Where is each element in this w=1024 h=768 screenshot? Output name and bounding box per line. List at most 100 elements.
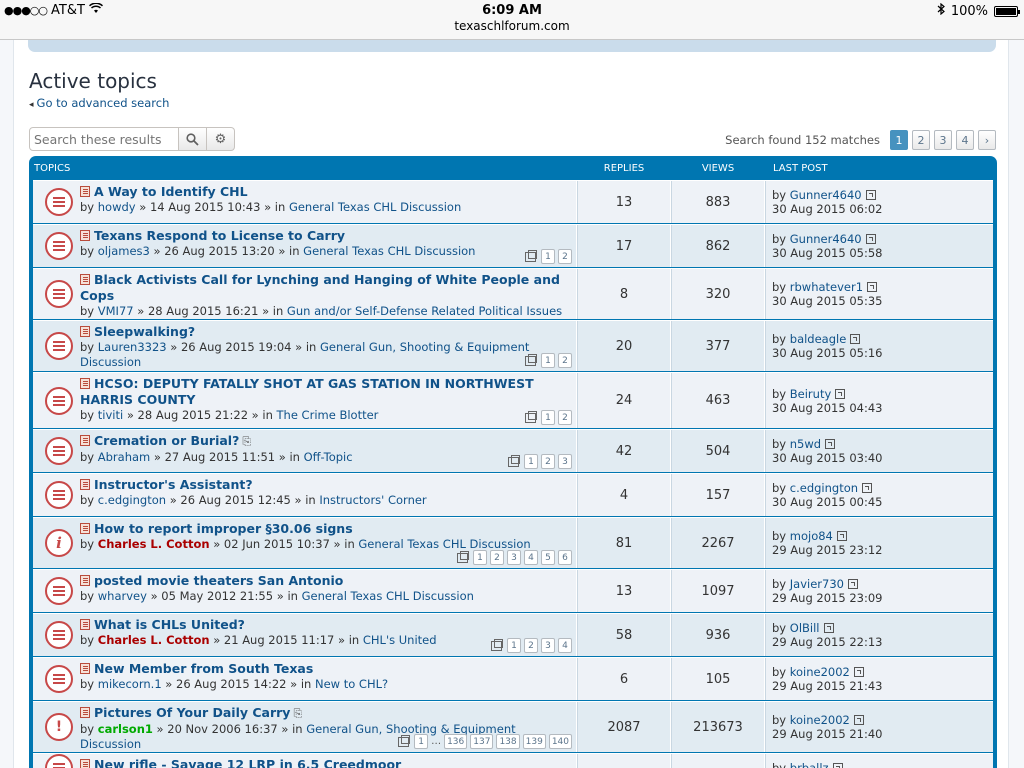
- search-input[interactable]: [29, 127, 179, 151]
- search-button[interactable]: [179, 127, 207, 151]
- header-replies[interactable]: Replies: [577, 163, 671, 174]
- view-latest-post-icon[interactable]: [867, 282, 878, 292]
- topic-author[interactable]: Lauren3323: [98, 340, 167, 354]
- topic-author[interactable]: carlson1: [98, 722, 153, 736]
- topic-forum[interactable]: Gun and/or Self-Defense Related Politica…: [287, 304, 562, 318]
- table-row[interactable]: New Member from South Texas by mikecorn.1…: [33, 657, 993, 701]
- new-post-icon[interactable]: [80, 326, 90, 337]
- topic-page-link[interactable]: 3: [507, 550, 521, 565]
- topic-forum[interactable]: Instructors' Corner: [319, 493, 426, 507]
- table-row[interactable]: HCSO: DEPUTY FATALLY SHOT AT GAS STATION…: [33, 372, 993, 429]
- topic-title[interactable]: posted movie theaters San Antonio: [94, 573, 343, 588]
- topic-forum[interactable]: CHL's United: [363, 633, 437, 647]
- topic-page-link[interactable]: 3: [558, 454, 572, 469]
- topic-title[interactable]: Black Activists Call for Lynching and Ha…: [80, 272, 560, 303]
- topic-page-link[interactable]: 1: [507, 638, 521, 653]
- new-post-icon[interactable]: [80, 663, 90, 674]
- topic-author[interactable]: VMI77: [98, 304, 134, 318]
- topic-forum[interactable]: General Texas CHL Discussion: [289, 200, 461, 214]
- table-row[interactable]: What is CHLs United? by Charles L. Cotton…: [33, 613, 993, 657]
- topic-page-link[interactable]: 1: [524, 454, 538, 469]
- table-row[interactable]: Instructor's Assistant? by c.edgington » …: [33, 473, 993, 517]
- topic-author[interactable]: tiviti: [98, 408, 123, 422]
- last-post-user[interactable]: Beiruty: [790, 387, 832, 401]
- topic-title[interactable]: New Member from South Texas: [94, 661, 313, 676]
- header-views[interactable]: Views: [671, 163, 765, 174]
- topic-page-link[interactable]: 136: [444, 734, 468, 749]
- topic-title[interactable]: Texans Respond to License to Carry: [94, 228, 345, 243]
- new-post-icon[interactable]: [80, 575, 90, 586]
- topic-page-link[interactable]: 2: [558, 410, 572, 425]
- topic-title[interactable]: A Way to Identify CHL: [94, 184, 248, 199]
- last-post-user[interactable]: mojo84: [790, 529, 833, 543]
- table-row[interactable]: i How to report improper §30.06 signs by C…: [33, 517, 993, 569]
- topic-page-link[interactable]: 2: [490, 550, 504, 565]
- new-post-icon[interactable]: [80, 479, 90, 490]
- view-latest-post-icon[interactable]: [832, 763, 843, 768]
- topic-page-link[interactable]: 138: [496, 734, 520, 749]
- page-button-1[interactable]: 1: [890, 130, 908, 150]
- topic-author[interactable]: mikecorn.1: [98, 677, 162, 691]
- header-last-post[interactable]: Last post: [765, 163, 828, 174]
- view-latest-post-icon[interactable]: [853, 715, 864, 725]
- last-post-user[interactable]: OlBill: [790, 621, 820, 635]
- last-post-user[interactable]: c.edgington: [790, 481, 858, 495]
- view-latest-post-icon[interactable]: [825, 439, 836, 449]
- topic-author[interactable]: c.edgington: [98, 493, 166, 507]
- topic-page-link[interactable]: 1: [414, 734, 429, 749]
- view-latest-post-icon[interactable]: [847, 579, 858, 589]
- page-button-2[interactable]: 2: [912, 130, 930, 150]
- new-post-icon[interactable]: [80, 759, 90, 768]
- table-row[interactable]: Texans Respond to License to Carry by olj…: [33, 224, 993, 268]
- table-row[interactable]: posted movie theaters San Antonio by whar…: [33, 569, 993, 613]
- last-post-user[interactable]: Gunner4640: [790, 188, 862, 202]
- topic-page-link[interactable]: 4: [558, 638, 572, 653]
- topic-page-link[interactable]: 140: [548, 734, 572, 749]
- table-row[interactable]: A Way to Identify CHL by howdy » 14 Aug 2…: [33, 180, 993, 224]
- topic-title[interactable]: Instructor's Assistant?: [94, 477, 253, 492]
- topic-author[interactable]: Charles L. Cotton: [98, 633, 210, 647]
- last-post-user[interactable]: Javier730: [790, 577, 844, 591]
- new-post-icon[interactable]: [80, 378, 90, 389]
- topic-page-link[interactable]: 137: [470, 734, 494, 749]
- advanced-search-link[interactable]: ◂ Go to advanced search: [29, 96, 169, 110]
- topic-title[interactable]: Sleepwalking?: [94, 324, 195, 339]
- advanced-search-button[interactable]: ⚙: [207, 127, 235, 151]
- view-latest-post-icon[interactable]: [836, 531, 847, 541]
- topic-author[interactable]: Charles L. Cotton: [98, 537, 210, 551]
- last-post-user[interactable]: rbwhatever1: [790, 280, 863, 294]
- new-post-icon[interactable]: [80, 186, 90, 197]
- topic-page-link[interactable]: 6: [558, 550, 572, 565]
- topic-author[interactable]: oljames3: [98, 244, 150, 258]
- topic-page-link[interactable]: 5: [541, 550, 555, 565]
- topic-title[interactable]: How to report improper §30.06 signs: [94, 521, 353, 536]
- topic-author[interactable]: Abraham: [98, 450, 150, 464]
- topic-page-link[interactable]: 2: [524, 638, 538, 653]
- new-post-icon[interactable]: [80, 435, 90, 446]
- topic-page-link[interactable]: 139: [522, 734, 546, 749]
- last-post-user[interactable]: koine2002: [790, 713, 850, 727]
- topic-title[interactable]: New rifle - Savage 12 LRP in 6.5 Creedmo…: [94, 757, 401, 768]
- view-latest-post-icon[interactable]: [835, 388, 846, 399]
- last-post-user[interactable]: n5wd: [790, 437, 821, 451]
- topic-title[interactable]: What is CHLs United?: [94, 617, 245, 632]
- topic-forum[interactable]: General Texas CHL Discussion: [358, 537, 530, 551]
- new-post-icon[interactable]: [80, 619, 90, 630]
- topic-title[interactable]: HCSO: DEPUTY FATALLY SHOT AT GAS STATION…: [80, 376, 534, 407]
- topic-author[interactable]: wharvey: [98, 589, 147, 603]
- next-page-button[interactable]: ›: [978, 130, 996, 150]
- view-latest-post-icon[interactable]: [862, 483, 873, 493]
- topic-title[interactable]: Pictures Of Your Daily Carry: [94, 705, 290, 720]
- address-bar-url[interactable]: texaschlforum.com: [0, 19, 1024, 33]
- topic-page-link[interactable]: 1: [473, 550, 487, 565]
- page-button-4[interactable]: 4: [956, 130, 974, 150]
- topic-forum[interactable]: The Crime Blotter: [277, 408, 379, 422]
- topic-forum[interactable]: General Texas CHL Discussion: [303, 244, 475, 258]
- topic-page-link[interactable]: 2: [558, 249, 572, 264]
- topic-page-link[interactable]: 1: [541, 249, 555, 264]
- table-row[interactable]: ! Pictures Of Your Daily Carry ⎘ by carlson…: [33, 701, 993, 753]
- topic-forum[interactable]: General Texas CHL Discussion: [302, 589, 474, 603]
- table-row[interactable]: Cremation or Burial? ⎘ by Abraham » 27 Aug…: [33, 429, 993, 473]
- new-post-icon[interactable]: [80, 523, 90, 534]
- last-post-user[interactable]: koine2002: [790, 665, 850, 679]
